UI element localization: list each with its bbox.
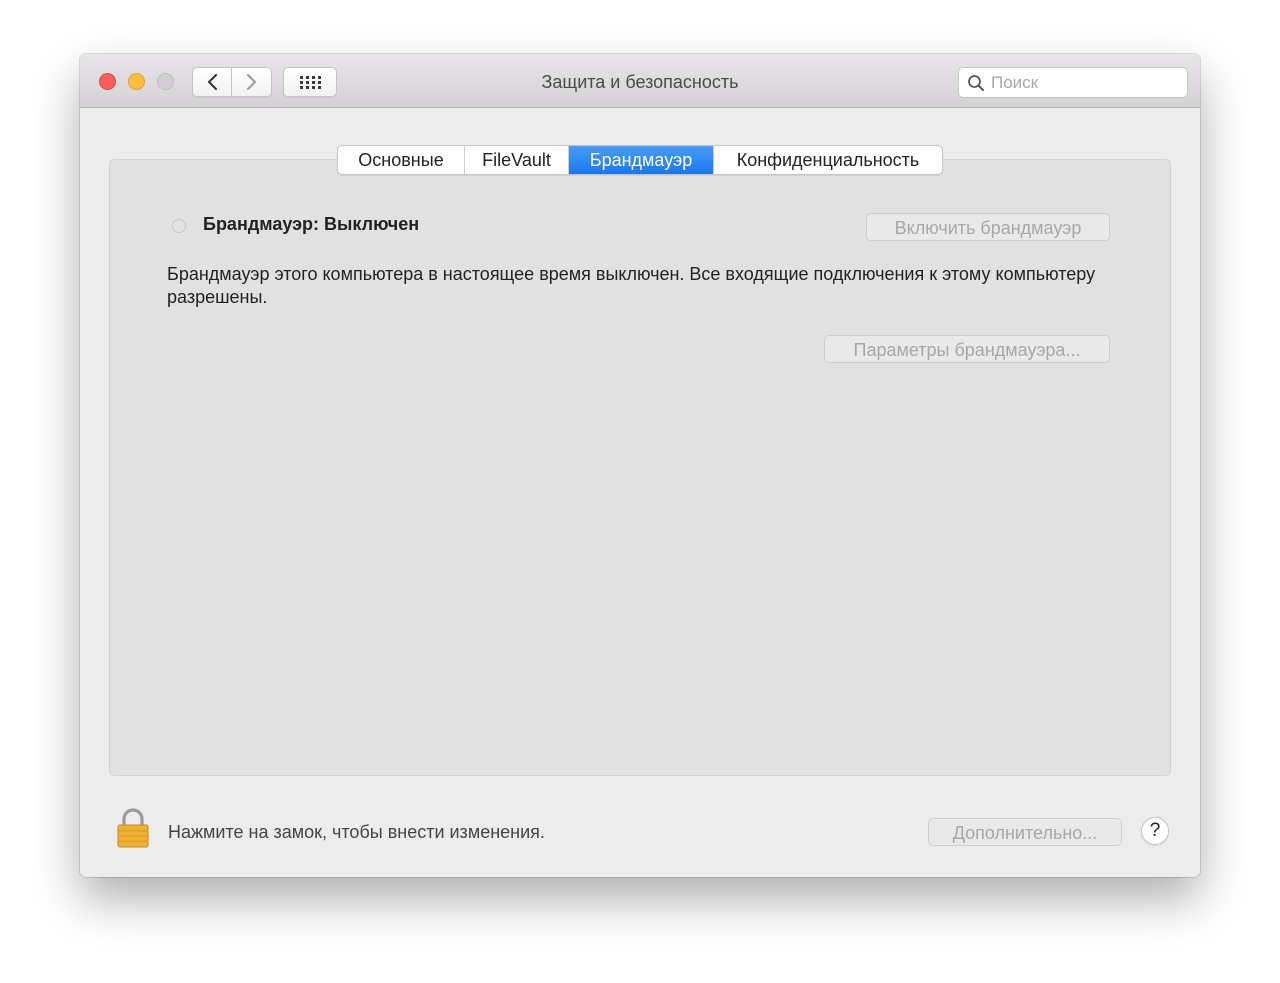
lock-icon[interactable]	[116, 807, 150, 854]
show-all-button[interactable]	[283, 67, 337, 97]
firewall-status-indicator	[172, 219, 186, 233]
grid-icon	[300, 76, 321, 89]
tab-filevault[interactable]: FileVault	[465, 146, 569, 174]
help-button[interactable]: ?	[1141, 817, 1169, 845]
search-icon	[968, 74, 984, 91]
back-button[interactable]	[192, 67, 232, 97]
minimize-window-button[interactable]	[128, 73, 145, 90]
firewall-options-button[interactable]: Параметры брандмауэра...	[824, 335, 1110, 363]
system-preferences-window: Защита и безопасность Основные FileVault…	[80, 54, 1200, 877]
enable-firewall-button[interactable]: Включить брандмауэр	[866, 213, 1110, 241]
tab-firewall[interactable]: Брандмауэр	[569, 146, 714, 174]
forward-button[interactable]	[232, 67, 272, 97]
advanced-button[interactable]: Дополнительно...	[928, 818, 1122, 846]
tab-bar: Основные FileVault Брандмауэр Конфиденци…	[337, 145, 943, 175]
search-field[interactable]	[958, 67, 1188, 98]
close-window-button[interactable]	[99, 73, 116, 90]
title-bar: Защита и безопасность	[80, 54, 1200, 108]
lock-hint-text: Нажмите на замок, чтобы внести изменения…	[168, 822, 545, 842]
firewall-status-label: Брандмауэр: Выключен	[203, 214, 420, 234]
firewall-panel	[109, 159, 1171, 776]
zoom-window-button[interactable]	[157, 73, 174, 90]
chevron-left-icon	[207, 73, 218, 91]
chevron-right-icon	[246, 73, 256, 91]
firewall-description: Брандмауэр этого компьютера в настоящее …	[167, 264, 1096, 307]
tab-general[interactable]: Основные	[338, 146, 465, 174]
tab-privacy[interactable]: Конфиденциальность	[714, 146, 942, 174]
search-input[interactable]	[991, 72, 1171, 93]
